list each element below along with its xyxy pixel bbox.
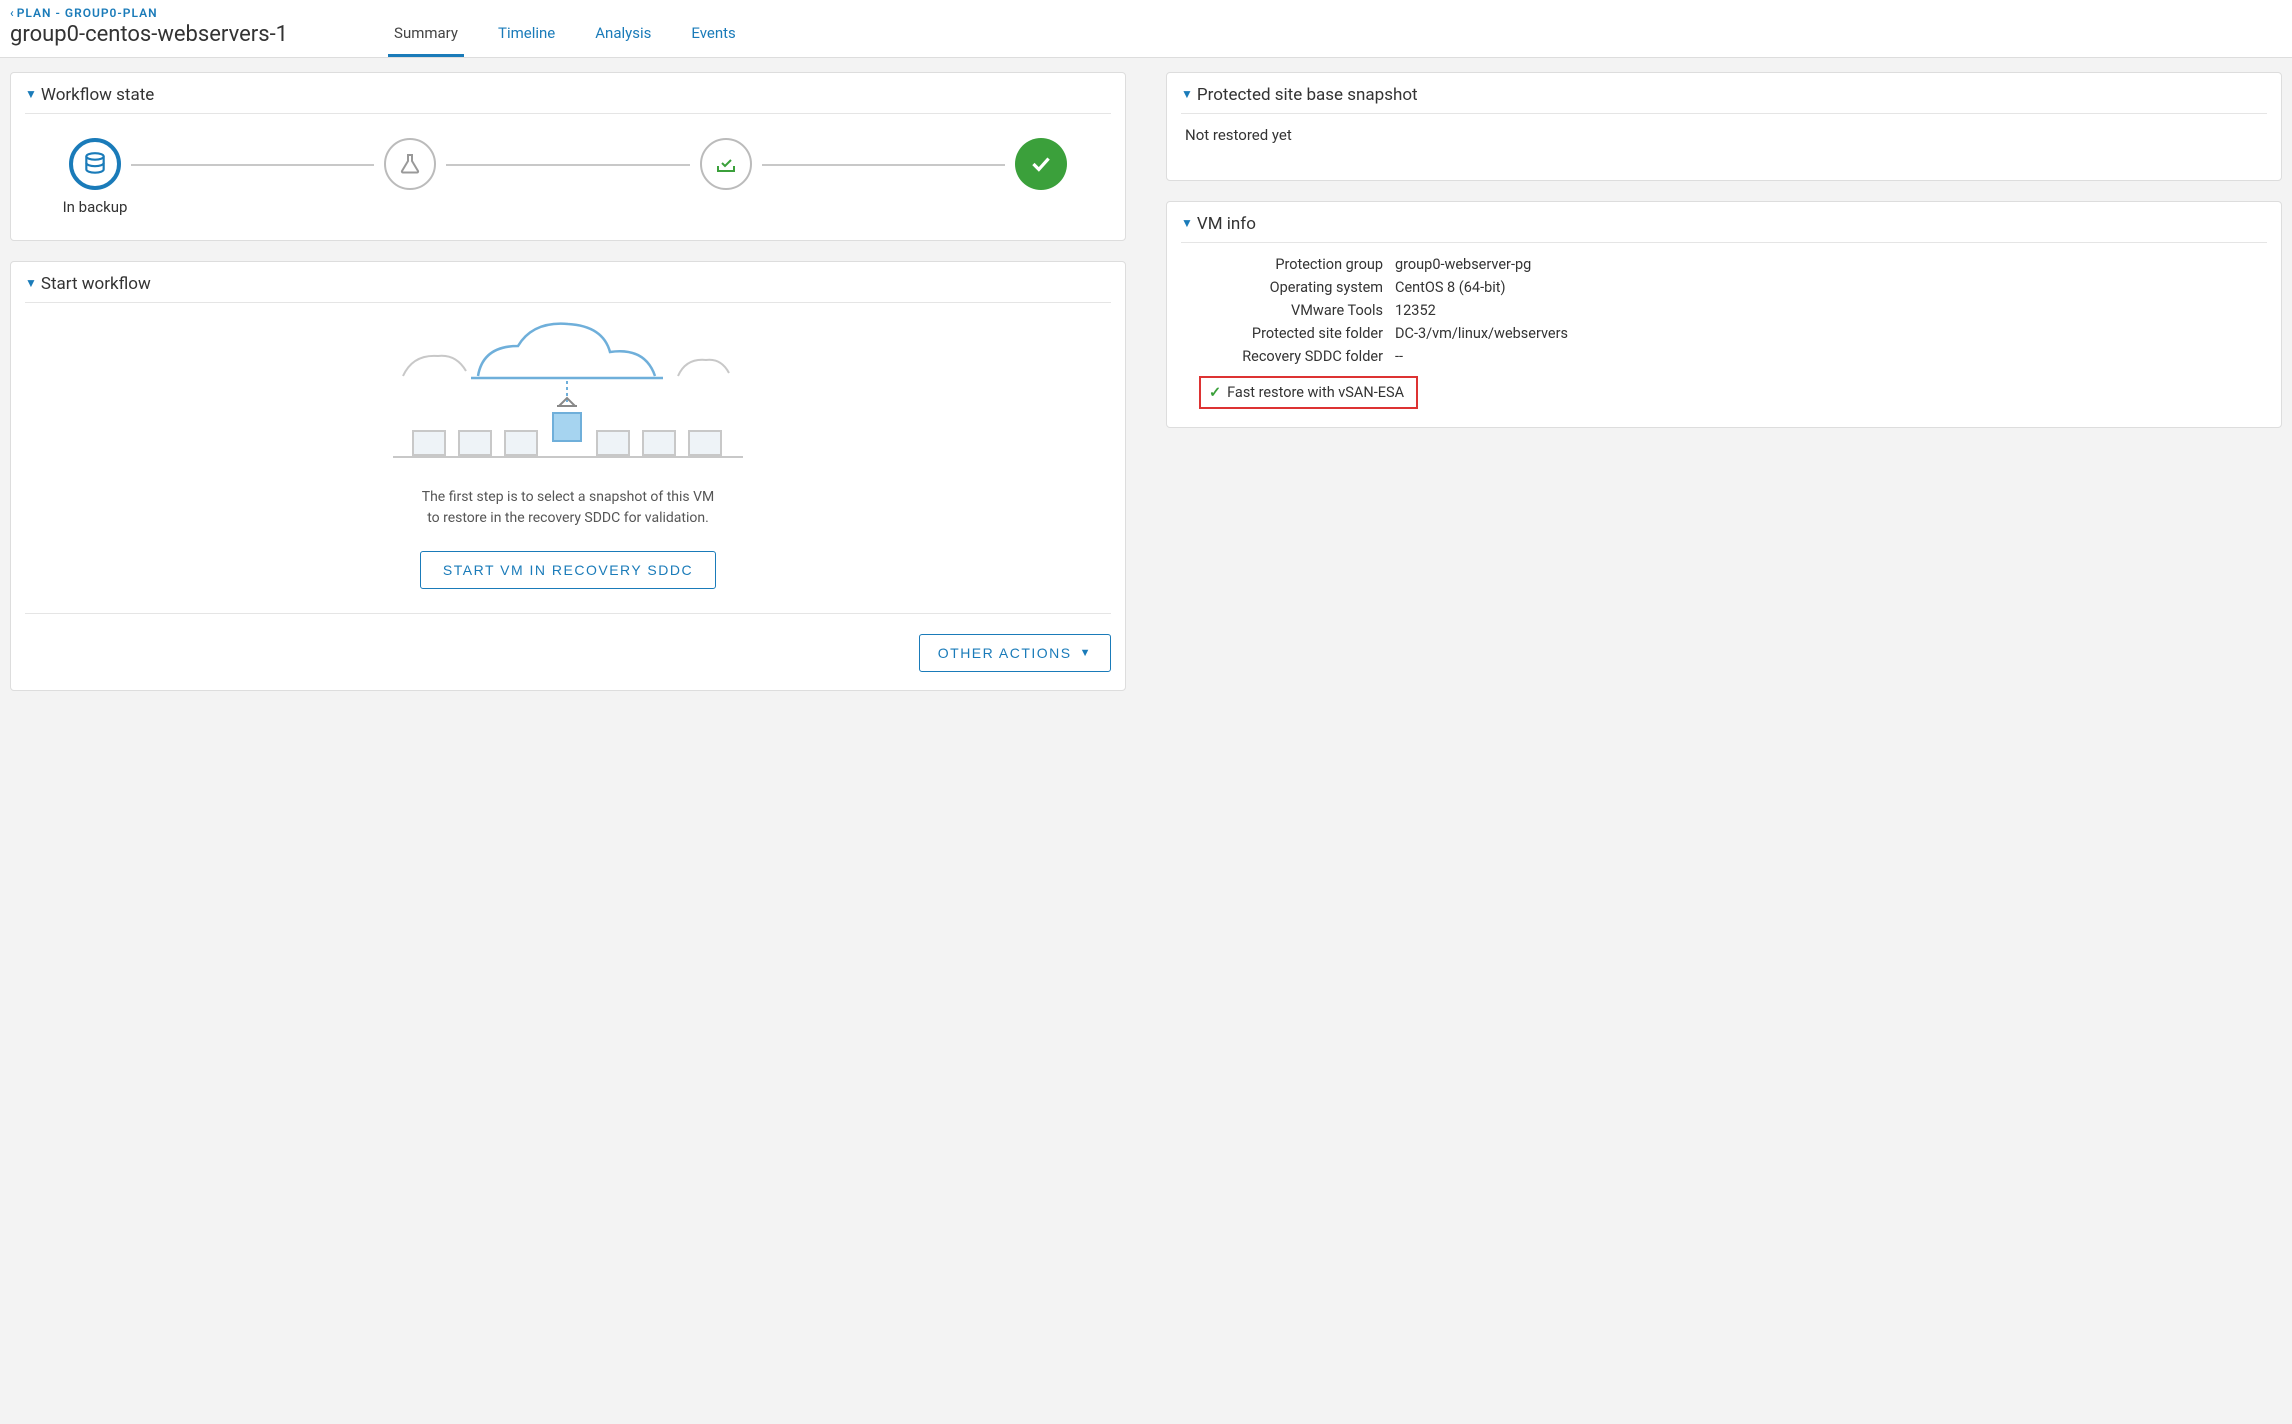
fast-restore-badge: ✓ Fast restore with vSAN-ESA <box>1199 376 1418 409</box>
chevron-down-icon: ▼ <box>1181 87 1193 101</box>
vm-info-label-protected-folder: Protected site folder <box>1185 325 1395 342</box>
tab-bar: Summary Timeline Analysis Events <box>388 14 742 57</box>
workflow-step-backup <box>69 138 121 190</box>
snapshot-header[interactable]: ▼ Protected site base snapshot <box>1181 85 2267 114</box>
workflow-connector <box>131 164 374 166</box>
vm-info-label-vmware-tools: VMware Tools <box>1185 302 1395 319</box>
start-workflow-card: ▼ Start workflow <box>10 261 1126 691</box>
fast-restore-label: Fast restore with vSAN-ESA <box>1227 384 1404 401</box>
check-icon <box>1028 151 1054 177</box>
flask-icon <box>398 152 422 176</box>
workflow-state-card: ▼ Workflow state In backup <box>10 72 1126 241</box>
chevron-down-icon: ▼ <box>1181 216 1193 230</box>
tab-summary[interactable]: Summary <box>388 14 464 57</box>
breadcrumb-sep: - <box>52 6 65 20</box>
other-actions-button[interactable]: OTHER ACTIONS ▼ <box>919 634 1111 672</box>
other-actions-label: OTHER ACTIONS <box>938 645 1072 661</box>
workflow-step-backup-label: In backup <box>63 198 128 216</box>
start-workflow-header[interactable]: ▼ Start workflow <box>25 274 1111 303</box>
tab-timeline[interactable]: Timeline <box>492 14 561 57</box>
check-icon: ✓ <box>1209 384 1221 401</box>
vm-info-value-protection-group: group0-webserver-pg <box>1395 256 1531 273</box>
breadcrumb-plan: GROUP0-PLAN <box>65 6 158 20</box>
vm-info-value-protected-folder: DC-3/vm/linux/webservers <box>1395 325 1568 342</box>
chevron-down-icon: ▼ <box>25 87 37 101</box>
snapshot-status: Not restored yet <box>1181 114 2267 162</box>
workflow-connector <box>446 164 689 166</box>
chevron-down-icon: ▼ <box>25 276 37 290</box>
chevron-left-icon: ‹ <box>10 6 15 20</box>
workflow-state-title: Workflow state <box>41 85 154 105</box>
vm-info-value-vmware-tools: 12352 <box>1395 302 1436 319</box>
vm-info-title: VM info <box>1197 214 1256 234</box>
snapshot-card: ▼ Protected site base snapshot Not resto… <box>1166 72 2282 181</box>
vm-info-value-recovery-folder: -- <box>1395 348 1403 365</box>
workflow-step-test <box>384 138 436 190</box>
vm-info-header[interactable]: ▼ VM info <box>1181 214 2267 243</box>
tab-analysis[interactable]: Analysis <box>589 14 657 57</box>
chevron-down-icon: ▼ <box>1080 647 1092 659</box>
snapshot-title: Protected site base snapshot <box>1197 85 1418 105</box>
breadcrumb-back: PLAN <box>17 6 52 20</box>
database-icon <box>82 151 108 177</box>
start-workflow-desc-2: to restore in the recovery SDDC for vali… <box>85 508 1051 529</box>
workflow-step-validate <box>700 138 752 190</box>
vm-info-label-recovery-folder: Recovery SDDC folder <box>1185 348 1395 365</box>
cloud-restore-illustration <box>25 303 1111 479</box>
start-workflow-desc-1: The first step is to select a snapshot o… <box>85 487 1051 508</box>
page-title: group0-centos-webservers-1 <box>10 22 288 47</box>
vm-info-label-protection-group: Protection group <box>1185 256 1395 273</box>
check-tray-icon <box>714 152 738 176</box>
workflow-connector <box>762 164 1005 166</box>
tab-events[interactable]: Events <box>685 14 741 57</box>
breadcrumb[interactable]: ‹PLAN - GROUP0-PLAN <box>10 6 288 20</box>
workflow-step-complete <box>1015 138 1067 190</box>
start-vm-button[interactable]: START VM IN RECOVERY SDDC <box>420 551 716 589</box>
vm-info-value-os: CentOS 8 (64-bit) <box>1395 279 1506 296</box>
vm-info-card: ▼ VM info Protection group group0-webser… <box>1166 201 2282 428</box>
vm-info-label-os: Operating system <box>1185 279 1395 296</box>
start-workflow-title: Start workflow <box>41 274 151 294</box>
workflow-state-header[interactable]: ▼ Workflow state <box>25 85 1111 114</box>
